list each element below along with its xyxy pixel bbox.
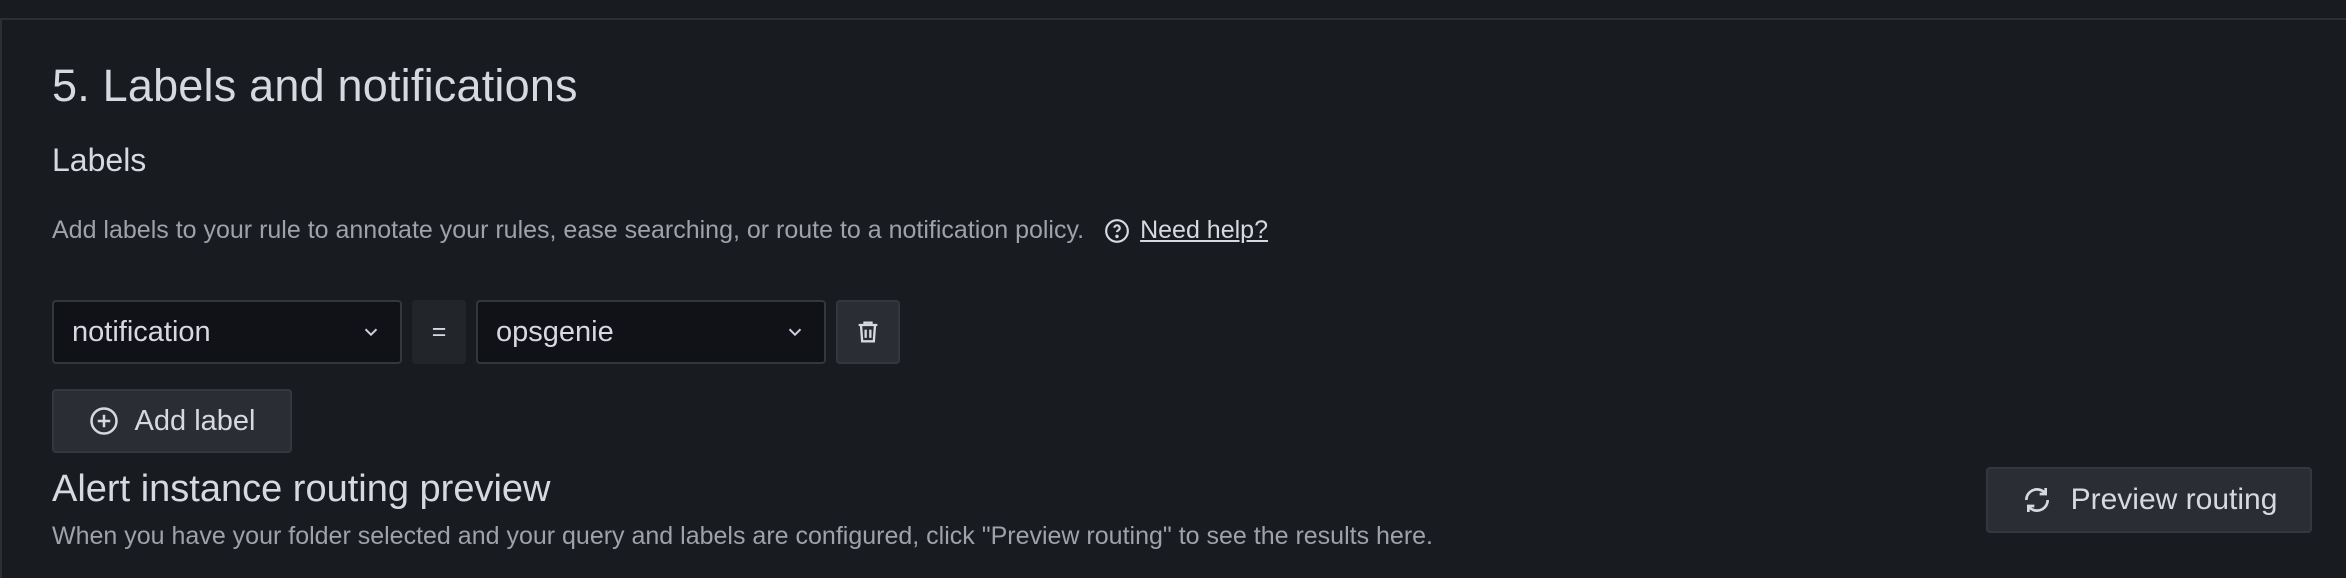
label-operator: =	[412, 300, 466, 364]
label-row: notification = opsgenie	[52, 300, 900, 364]
top-strip	[0, 0, 2346, 18]
label-value-value: opsgenie	[496, 315, 614, 348]
trash-icon	[858, 321, 878, 343]
add-label-text: Add label	[134, 404, 256, 437]
label-key-select[interactable]: notification	[52, 300, 402, 364]
chevron-down-icon	[364, 328, 378, 337]
question-circle-icon	[1105, 218, 1130, 243]
label-key-value: notification	[72, 315, 211, 348]
delete-label-button[interactable]	[836, 300, 900, 364]
chevron-down-icon	[788, 328, 802, 337]
labels-heading: Labels	[52, 142, 147, 178]
add-label-button[interactable]: Add label	[52, 389, 292, 453]
sync-icon	[2024, 488, 2049, 512]
label-value-select[interactable]: opsgenie	[476, 300, 826, 364]
plus-circle-icon	[89, 407, 118, 435]
labels-description-row: Add labels to your rule to annotate your…	[52, 216, 1268, 245]
preview-routing-label: Preview routing	[2070, 483, 2278, 516]
labels-description: Add labels to your rule to annotate your…	[52, 216, 1085, 244]
need-help-link[interactable]: Need help?	[1104, 216, 1268, 245]
need-help-label: Need help?	[1140, 216, 1268, 244]
preview-routing-button[interactable]: Preview routing	[1986, 467, 2312, 533]
labels-notifications-section: 5. Labels and notifications Labels Add l…	[0, 18, 2346, 578]
routing-preview-title: Alert instance routing preview	[52, 468, 551, 510]
section-title: 5. Labels and notifications	[52, 60, 578, 111]
routing-preview-description: When you have your folder selected and y…	[52, 522, 1434, 550]
